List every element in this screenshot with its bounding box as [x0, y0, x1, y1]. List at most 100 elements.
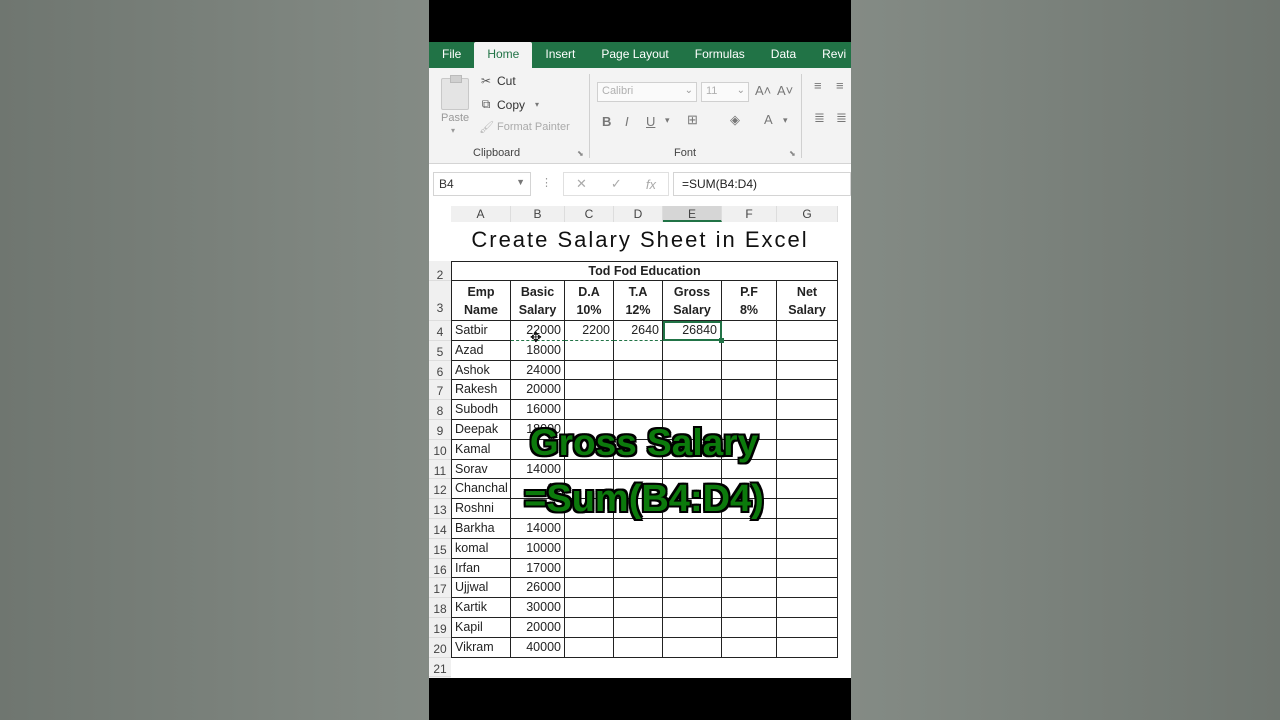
employee-name-cell[interactable]: Satbir [451, 321, 511, 341]
bold-button[interactable]: B [602, 114, 611, 129]
row-header-17[interactable]: 17 [429, 578, 451, 599]
cell[interactable] [722, 558, 777, 579]
column-header-g[interactable]: G [777, 206, 838, 222]
column-header-f[interactable]: F [722, 206, 777, 222]
cell[interactable] [565, 558, 614, 579]
row-header-5[interactable]: 5 [429, 340, 451, 361]
cell[interactable] [565, 637, 614, 658]
font-color-icon[interactable]: A [764, 112, 773, 127]
cell[interactable] [614, 618, 663, 638]
row-header-19[interactable]: 19 [429, 618, 451, 638]
employee-name-cell[interactable]: Azad [451, 340, 511, 361]
fill-color-icon[interactable]: ◈ [730, 112, 740, 128]
cell[interactable] [777, 340, 838, 361]
cell[interactable] [777, 321, 838, 341]
row-header-16[interactable]: 16 [429, 558, 451, 579]
cell[interactable] [722, 618, 777, 638]
cell[interactable] [663, 598, 722, 618]
cell[interactable] [565, 519, 614, 539]
row-header-21[interactable]: 21 [429, 657, 451, 678]
cell[interactable] [722, 538, 777, 559]
cell[interactable] [722, 321, 777, 341]
cell[interactable] [614, 519, 663, 539]
font-name-dropdown[interactable]: Calibri ⌄ [597, 82, 697, 102]
cell[interactable] [565, 538, 614, 559]
cell[interactable] [777, 637, 838, 658]
cell[interactable] [565, 360, 614, 381]
cell[interactable] [722, 519, 777, 539]
cell[interactable] [663, 538, 722, 559]
tab-formulas[interactable]: Formulas [682, 42, 758, 68]
cell[interactable] [777, 578, 838, 599]
cell[interactable] [614, 538, 663, 559]
tab-review[interactable]: Revi [809, 42, 851, 68]
column-title-cell[interactable]: Gross Salary [663, 281, 722, 321]
cell[interactable] [777, 400, 838, 420]
row-header-18[interactable]: 18 [429, 598, 451, 618]
format-painter-button[interactable]: 🖌 Format Painter [479, 120, 570, 134]
italic-button[interactable]: I [625, 114, 629, 129]
paste-button[interactable]: Paste [441, 112, 469, 124]
column-header-e[interactable]: E [663, 206, 722, 222]
basic-salary-cell[interactable]: 20000 [511, 618, 565, 638]
column-title-cell[interactable]: D.A 10% [565, 281, 614, 321]
row-header-11[interactable]: 11 [429, 459, 451, 480]
row-header-3[interactable]: 3 [429, 281, 451, 321]
row-header-20[interactable]: 20 [429, 637, 451, 658]
cell[interactable] [722, 380, 777, 401]
employee-name-cell[interactable]: Ashok [451, 360, 511, 381]
row-header-9[interactable]: 9 [429, 420, 451, 440]
column-title-cell[interactable]: T.A 12% [614, 281, 663, 321]
basic-salary-cell[interactable]: 16000 [511, 400, 565, 420]
name-box[interactable]: B4 ▼ [433, 172, 531, 196]
ta-cell[interactable]: 2640 [614, 321, 663, 341]
cell[interactable] [777, 538, 838, 559]
employee-name-cell[interactable]: Vikram [451, 637, 511, 658]
underline-button[interactable]: U [646, 114, 655, 129]
cell[interactable] [614, 558, 663, 579]
column-title-cell[interactable]: Emp Name [451, 281, 511, 321]
cell[interactable] [614, 380, 663, 401]
basic-salary-cell[interactable]: 30000 [511, 598, 565, 618]
formula-input[interactable]: =SUM(B4:D4) [673, 172, 851, 196]
align-top-icon[interactable]: ≡ [814, 78, 822, 93]
row-header-8[interactable]: 8 [429, 400, 451, 420]
da-cell[interactable]: 2200 [565, 321, 614, 341]
employee-name-cell[interactable]: Kartik [451, 598, 511, 618]
cell[interactable] [565, 340, 614, 361]
cell[interactable] [565, 598, 614, 618]
cell[interactable] [777, 519, 838, 539]
decrease-font-icon[interactable]: A˅ [777, 83, 793, 98]
cell[interactable] [722, 400, 777, 420]
cell[interactable] [777, 618, 838, 638]
copy-button[interactable]: ⧉ Copy ▾ [479, 97, 539, 112]
enter-icon[interactable]: ✓ [611, 176, 622, 192]
cell[interactable] [777, 598, 838, 618]
cancel-icon[interactable]: ✕ [576, 176, 587, 192]
employee-name-cell[interactable]: Kapil [451, 618, 511, 638]
chevron-down-icon[interactable]: ▾ [783, 115, 788, 126]
basic-salary-cell[interactable]: 14000 [511, 519, 565, 539]
cell[interactable] [565, 400, 614, 420]
column-header-b[interactable]: B [511, 206, 565, 222]
basic-salary-cell[interactable]: 26000 [511, 578, 565, 599]
cell[interactable] [663, 360, 722, 381]
insert-function-icon[interactable]: fx [646, 177, 656, 192]
cell[interactable] [663, 400, 722, 420]
tab-file[interactable]: File [429, 42, 474, 68]
cell[interactable] [614, 400, 663, 420]
basic-salary-cell[interactable]: 24000 [511, 360, 565, 381]
employee-name-cell[interactable]: Rakesh [451, 380, 511, 401]
cell[interactable] [663, 380, 722, 401]
align-center-icon[interactable]: ≣ [836, 110, 847, 126]
tab-page-layout[interactable]: Page Layout [588, 42, 681, 68]
font-size-dropdown[interactable]: 11 ⌄ [701, 82, 749, 102]
row-header-7[interactable]: 7 [429, 380, 451, 401]
cell[interactable] [722, 637, 777, 658]
column-header-c[interactable]: C [565, 206, 614, 222]
cell[interactable] [614, 637, 663, 658]
employee-name-cell[interactable]: Subodh [451, 400, 511, 420]
row-header-15[interactable]: 15 [429, 538, 451, 559]
cell[interactable] [663, 637, 722, 658]
paste-icon[interactable] [441, 75, 469, 110]
